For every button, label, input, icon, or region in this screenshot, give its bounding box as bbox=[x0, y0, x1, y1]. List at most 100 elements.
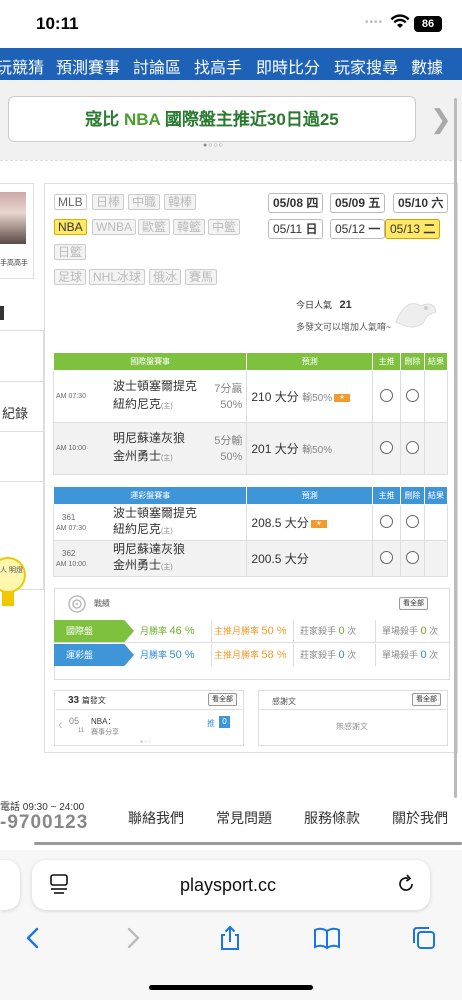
date-0509[interactable]: 05/09 五 bbox=[330, 193, 386, 213]
prev-tab-bar[interactable] bbox=[0, 860, 20, 910]
nav-item-data[interactable]: 數據 bbox=[411, 54, 443, 78]
status-time: 10:11 bbox=[36, 14, 79, 33]
footer-link-contact[interactable]: 聯絡我們 bbox=[128, 808, 184, 828]
lottery-table: 運彩盤賽事 預測 主推 刪除 結果 361 AM 07:30 波士頓塞爾提克 紐… bbox=[52, 486, 448, 577]
chevron-right-icon[interactable]: ❯ bbox=[430, 104, 452, 135]
footer-phone[interactable]: -9700123 bbox=[0, 812, 88, 834]
intl-table: 國際盤賽事 預測 主推 刪除 結果 AM 07:30 波士頓塞爾提克 紐約尼克(… bbox=[52, 352, 448, 475]
sport-wnba[interactable]: WNBA bbox=[92, 219, 136, 235]
sport-eurobasket[interactable]: 歐籃 bbox=[138, 219, 171, 235]
delete-radio[interactable] bbox=[406, 514, 420, 528]
bird-icon bbox=[395, 303, 437, 328]
table-row: AM 07:30 波士頓塞爾提克 紐約尼克(主) 7分贏 50% 210 大分 輸… bbox=[52, 370, 448, 423]
home-indicator[interactable] bbox=[149, 985, 313, 990]
banner-prefix: 寇比 bbox=[85, 110, 120, 129]
footer-link-about[interactable]: 關於我們 bbox=[392, 808, 448, 828]
sport-cpbl[interactable]: 中職 bbox=[128, 194, 161, 210]
nav-item-forum[interactable]: 討論區 bbox=[133, 54, 181, 78]
avatar[interactable] bbox=[0, 192, 26, 244]
popularity-note: 多發文可以增加人氣唷~ bbox=[296, 322, 392, 332]
nav-item-predict[interactable]: 預測賽事 bbox=[56, 54, 120, 78]
sport-krbasket[interactable]: 韓籃 bbox=[173, 219, 206, 235]
reload-icon[interactable] bbox=[396, 874, 416, 894]
thanks-title: 感謝文 bbox=[272, 697, 296, 706]
thanks-view-all-button[interactable]: 看全部 bbox=[412, 693, 441, 706]
promo-banner[interactable]: 寇比 NBA 國際盤主推近30日過25 bbox=[8, 96, 416, 142]
home-team: 金州勇士(主) bbox=[113, 558, 173, 572]
sport-soccer[interactable]: 足球 bbox=[54, 269, 87, 285]
delete-radio[interactable] bbox=[406, 388, 420, 402]
main-pick-radio[interactable] bbox=[380, 388, 394, 402]
col-prediction: 預測 bbox=[246, 486, 374, 505]
game-time: AM 10:00 bbox=[56, 445, 86, 452]
posts-pager-dots[interactable]: ●○○ bbox=[140, 739, 152, 745]
sport-horse[interactable]: 賽馬 bbox=[185, 269, 218, 285]
battery-indicator: 86 bbox=[414, 16, 442, 32]
main-pick-radio[interactable] bbox=[380, 514, 394, 528]
date-0513[interactable]: 05/13 二 bbox=[385, 219, 441, 239]
nav-item-livescore[interactable]: 即時比分 bbox=[256, 54, 320, 78]
divider bbox=[0, 160, 462, 182]
sport-mlb[interactable]: MLB bbox=[54, 194, 87, 210]
game-number: 361 bbox=[62, 512, 76, 522]
stats-view-all-button[interactable]: 看全部 bbox=[399, 597, 428, 610]
delete-radio[interactable] bbox=[406, 550, 420, 564]
divider bbox=[54, 642, 450, 643]
date-0508[interactable]: 05/08 四 bbox=[268, 193, 324, 213]
nav-item-experts[interactable]: 找高手 bbox=[194, 54, 242, 78]
sport-kbo[interactable]: 韓棒 bbox=[164, 194, 197, 210]
nav-item-search[interactable]: 玩家搜尋 bbox=[334, 54, 398, 78]
bookmarks-icon[interactable] bbox=[313, 924, 341, 952]
table-row: AM 10:00 明尼蘇達灰狼 金州勇士(主) 5分輸 50% 201 大分 輸5… bbox=[52, 422, 448, 475]
sport-khl[interactable]: 俄冰 bbox=[149, 269, 182, 285]
game-time: AM 07:30 bbox=[56, 393, 86, 400]
scrollbar[interactable] bbox=[454, 98, 457, 798]
sport-jpbaseball[interactable]: 日棒 bbox=[92, 194, 125, 210]
game-time: AM 10:00 bbox=[56, 560, 86, 568]
sport-cnbasket[interactable]: 中籃 bbox=[208, 219, 241, 235]
share-icon[interactable] bbox=[216, 924, 244, 952]
sport-jpbasket[interactable]: 日籃 bbox=[54, 244, 87, 260]
date-0512[interactable]: 05/12 一 bbox=[330, 219, 386, 239]
sport-nhl[interactable]: NHL冰球 bbox=[89, 269, 146, 285]
post-date-month: 05 bbox=[69, 716, 80, 726]
stats-row-lottery: 運彩盤 月勝率 50 % 主推月勝率 58 % 莊家殺手 0 次 單場殺手 0 … bbox=[54, 644, 450, 666]
footer-divider bbox=[34, 842, 462, 845]
col-delete: 刪除 bbox=[400, 486, 426, 505]
carousel-dots[interactable]: ●○○○ bbox=[203, 142, 224, 149]
post-date-day: 11 bbox=[78, 728, 85, 734]
main-pick-radio[interactable] bbox=[380, 440, 394, 454]
push-count: 0 bbox=[219, 716, 230, 728]
top-nav: 玩競猜 預測賽事 討論區 找高手 即時比分 玩家搜尋 數據 bbox=[0, 48, 462, 80]
table-row: 362 AM 10:00 明尼蘇達灰狼 金州勇士(主) 200.5 大分 bbox=[52, 540, 448, 577]
url-text[interactable]: playsport.cc bbox=[180, 875, 276, 896]
home-team: 紐約尼克(主) bbox=[113, 522, 173, 536]
date-0511[interactable]: 05/11 日 bbox=[268, 219, 323, 239]
chevron-left-icon[interactable]: ‹ bbox=[58, 716, 63, 732]
posts-view-all-button[interactable]: 看全部 bbox=[208, 693, 237, 706]
nav-item-guess[interactable]: 玩競猜 bbox=[0, 54, 44, 78]
game-number: 362 bbox=[62, 548, 76, 558]
back-icon[interactable] bbox=[20, 924, 48, 952]
stats-tag: 運彩盤 bbox=[54, 644, 134, 666]
date-0510[interactable]: 05/10 六 bbox=[393, 193, 449, 213]
wifi-icon bbox=[390, 14, 410, 28]
post-title[interactable]: NBA： bbox=[91, 716, 115, 727]
reader-icon[interactable] bbox=[50, 874, 68, 894]
col-intl-match: 國際盤賽事 bbox=[52, 352, 248, 371]
delete-radio[interactable] bbox=[406, 440, 420, 454]
sport-nba[interactable]: NBA bbox=[54, 219, 87, 235]
footer-phone-label: 電話 09:30 ~ 24:00 bbox=[0, 802, 85, 813]
tabs-icon[interactable] bbox=[410, 924, 438, 952]
home-team: 金州勇士(主) bbox=[113, 449, 173, 463]
divider bbox=[260, 709, 446, 710]
footer-link-terms[interactable]: 服務條款 bbox=[304, 808, 360, 828]
prediction: 200.5 大分 bbox=[246, 540, 374, 577]
away-team: 明尼蘇達灰狼 bbox=[113, 431, 186, 445]
game-time: AM 07:30 bbox=[56, 524, 86, 532]
sidebar-item-record[interactable]: 紀錄 bbox=[2, 403, 28, 422]
footer-link-faq[interactable]: 常見問題 bbox=[216, 808, 272, 828]
forward-icon[interactable] bbox=[118, 924, 146, 952]
away-team: 明尼蘇達灰狼 bbox=[113, 542, 186, 556]
main-pick-radio[interactable] bbox=[380, 550, 394, 564]
